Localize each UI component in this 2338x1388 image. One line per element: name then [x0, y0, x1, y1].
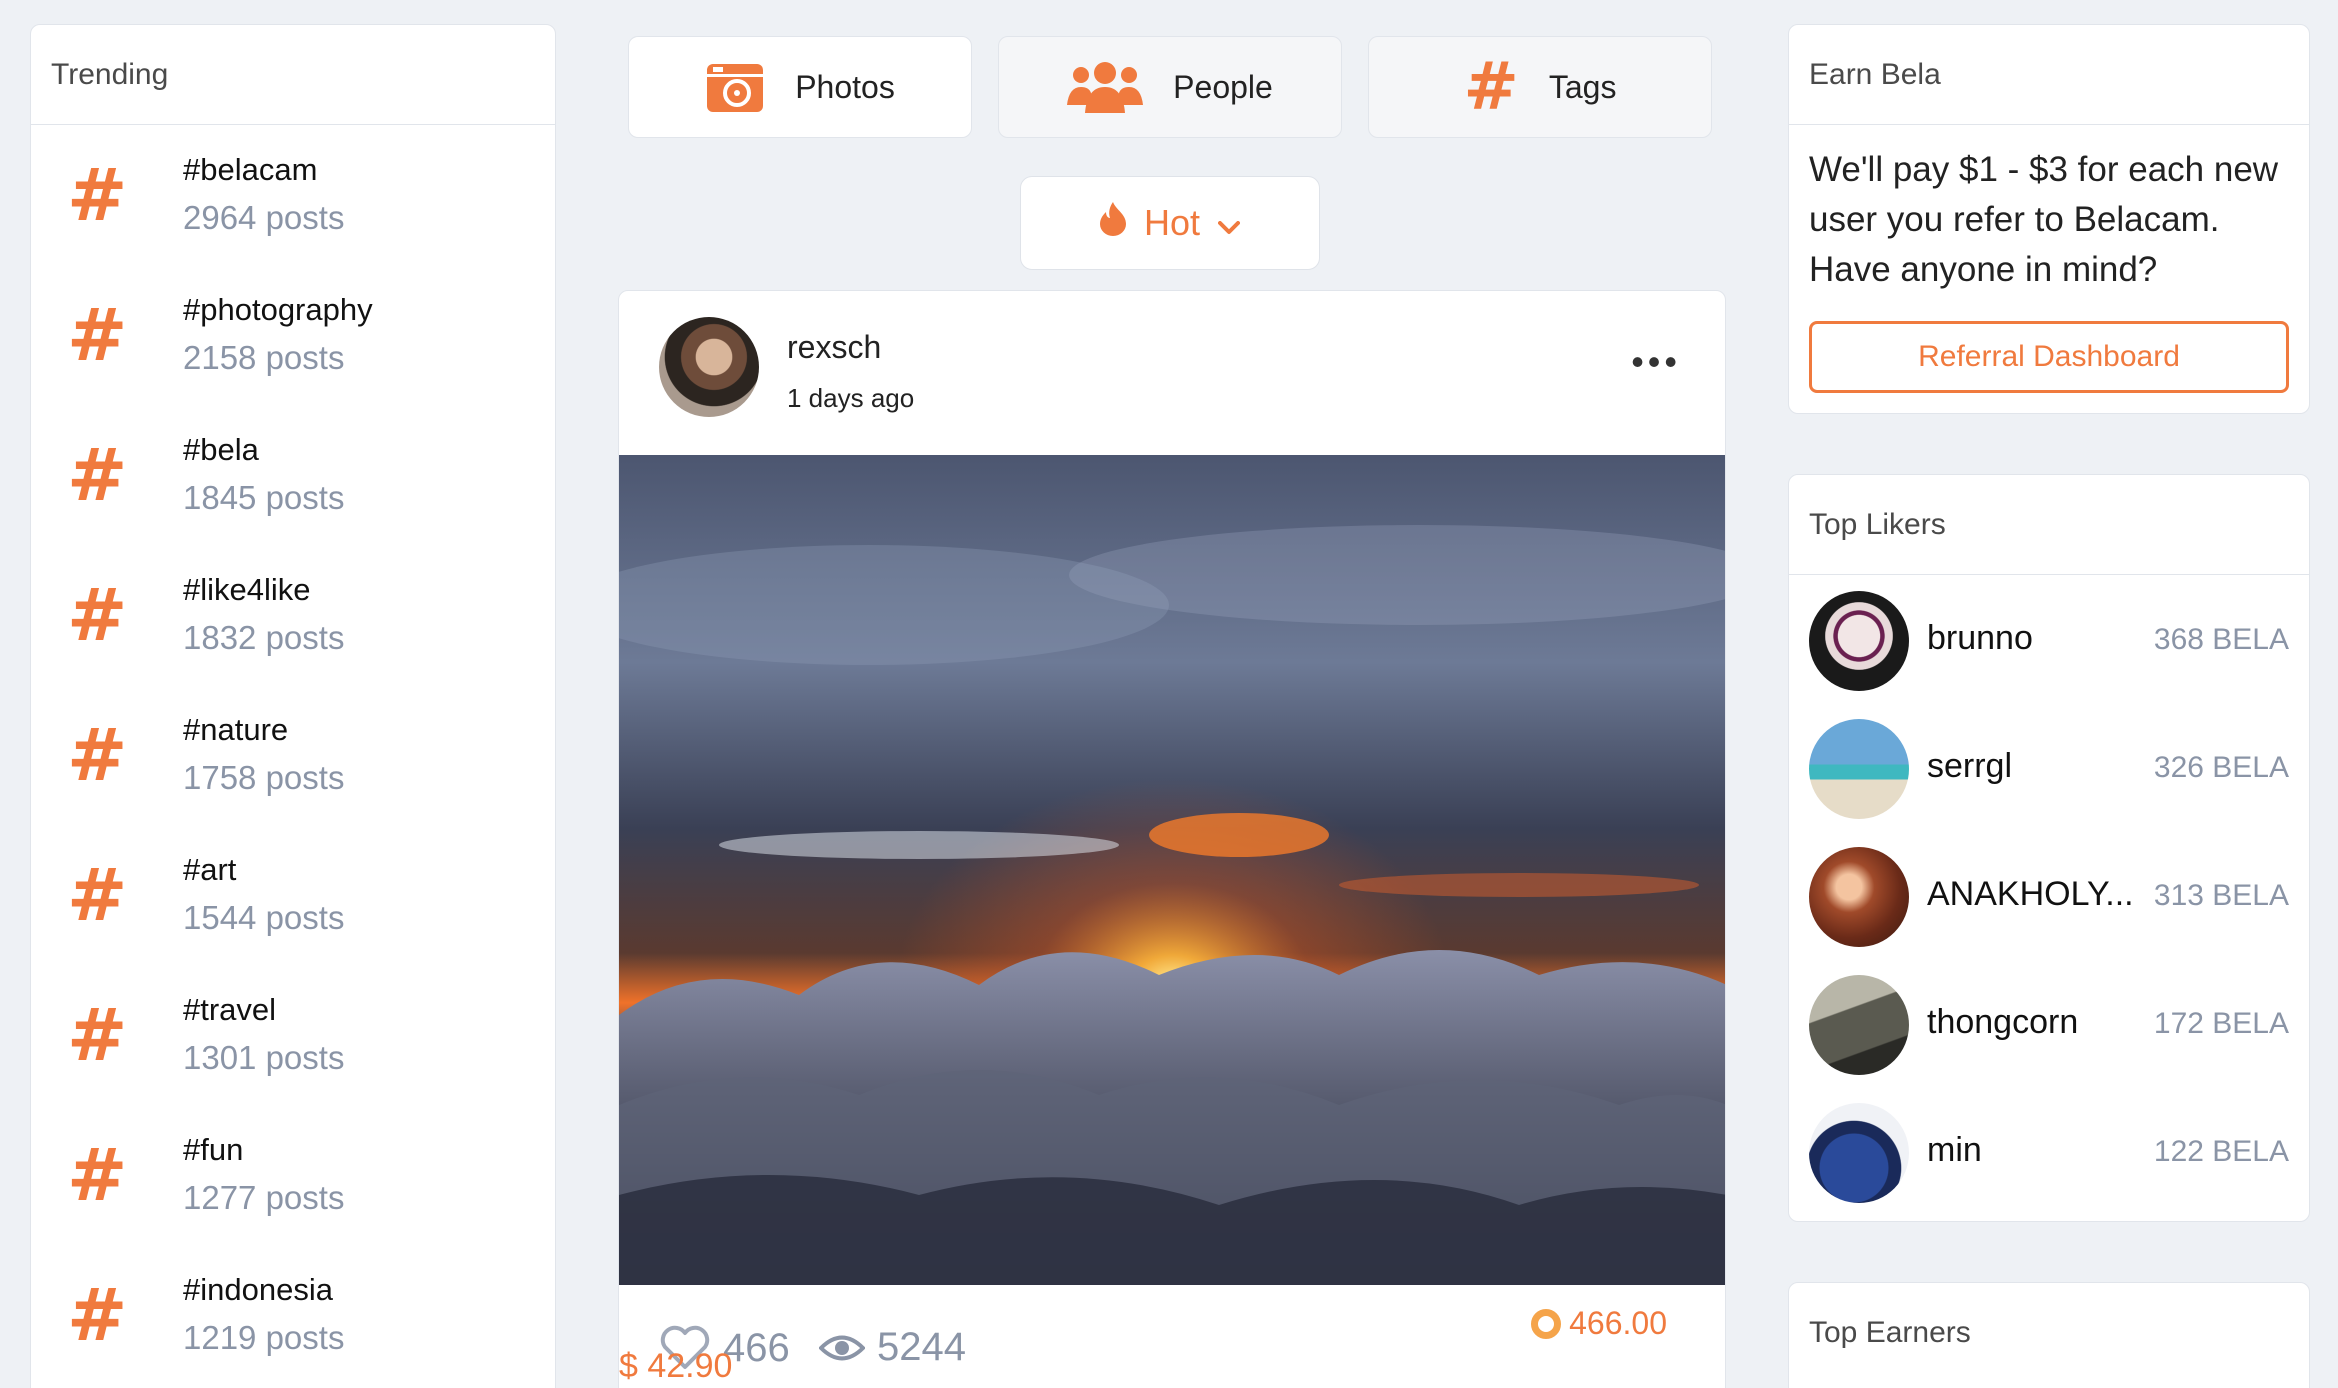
tab-people[interactable]: People — [998, 36, 1342, 138]
post-image[interactable] — [619, 455, 1725, 1285]
trending-count: 2158 posts — [183, 339, 345, 376]
trending-item[interactable]: # #belacam 2964 posts — [31, 125, 555, 265]
top-earners-title: Top Earners — [1809, 1316, 1971, 1349]
trending-count: 1277 posts — [183, 1179, 345, 1216]
view-count: 5244 — [877, 1325, 966, 1369]
trending-tag: #fun — [183, 1132, 244, 1167]
liker-row[interactable]: ANAKHOLY... 313 BELA — [1789, 831, 2309, 959]
avatar — [1809, 975, 1909, 1075]
tab-tags-label: Tags — [1548, 68, 1617, 105]
bela-earned-value: 466.00 — [1569, 1305, 1667, 1341]
hashtag-icon: # — [67, 153, 128, 237]
camera-icon — [705, 60, 765, 114]
liker-amount: 313 BELA — [2153, 879, 2289, 912]
trending-count: 1758 posts — [183, 759, 345, 796]
trending-item[interactable]: # #photography 2158 posts — [31, 265, 555, 405]
liker-name: thongcorn — [1927, 1003, 2079, 1041]
trending-item[interactable]: # #art 1544 posts — [31, 825, 555, 965]
post-header: rexsch 1 days ago ••• — [619, 291, 1725, 455]
hashtag-icon: # — [67, 433, 128, 517]
trending-count: 1219 posts — [183, 1319, 345, 1356]
sort-dropdown[interactable]: Hot — [1020, 176, 1320, 270]
hashtag-icon: # — [67, 713, 128, 797]
trending-item[interactable]: # #indonesia 1219 posts — [31, 1245, 555, 1385]
avatar[interactable] — [659, 317, 759, 417]
liker-row[interactable]: min 122 BELA — [1789, 1087, 2309, 1215]
earn-title: Earn Bela — [1789, 25, 2309, 125]
more-options-icon[interactable]: ••• — [1631, 341, 1681, 383]
chevron-down-icon — [1218, 202, 1241, 244]
earn-bela-panel: Earn Bela We'll pay $1 - $3 for each new… — [1788, 24, 2310, 414]
hashtag-icon: # — [1463, 48, 1519, 125]
flame-icon — [1099, 201, 1126, 245]
liker-name: min — [1927, 1131, 1982, 1169]
tab-tags[interactable]: # Tags — [1368, 36, 1712, 138]
trending-list: # #belacam 2964 posts # #photography 2158 … — [31, 125, 555, 1385]
top-earners-panel: Top Earners — [1788, 1282, 2310, 1388]
like-count: 466 — [723, 1325, 790, 1370]
bela-coin-icon — [1531, 1308, 1562, 1339]
liker-amount: 368 BELA — [2153, 623, 2289, 656]
trending-tag: #like4like — [183, 572, 311, 607]
hashtag-icon: # — [67, 573, 128, 657]
post-footer: 466 5244 466.00 $ 42.90 — [619, 1285, 1725, 1388]
trending-tag: #photography — [183, 292, 373, 327]
liker-row[interactable]: thongcorn 172 BELA — [1789, 959, 2309, 1087]
top-likers-panel: Top Likers brunno 368 BELA serrgl 326 BE… — [1788, 474, 2310, 1222]
liker-amount: 172 BELA — [2153, 1007, 2289, 1040]
liker-name: brunno — [1927, 619, 2033, 657]
liker-amount: 326 BELA — [2153, 751, 2289, 784]
avatar — [1809, 1103, 1909, 1203]
trending-count: 2964 posts — [183, 199, 345, 236]
trending-tag: #indonesia — [183, 1272, 333, 1307]
liker-row[interactable]: serrgl 326 BELA — [1789, 703, 2309, 831]
tab-photos-label: Photos — [795, 68, 895, 105]
referral-dashboard-button[interactable]: Referral Dashboard — [1809, 321, 2289, 393]
avatar — [1809, 847, 1909, 947]
tab-photos[interactable]: Photos — [628, 36, 972, 138]
trending-tag: #travel — [183, 992, 277, 1027]
trending-tag: #nature — [183, 712, 289, 747]
liker-name: ANAKHOLY... — [1927, 875, 2134, 913]
avatar — [1809, 591, 1909, 691]
eye-icon — [819, 1335, 865, 1360]
liker-row[interactable]: brunno 368 BELA — [1789, 575, 2309, 703]
trending-tag: #bela — [183, 432, 259, 467]
top-likers-title: Top Likers — [1789, 475, 2309, 575]
hashtag-icon: # — [67, 993, 128, 1077]
usd-earned: $ 42.90 — [619, 1347, 733, 1385]
trending-tag: #art — [183, 852, 237, 887]
liker-amount: 122 BELA — [2153, 1135, 2289, 1168]
hashtag-icon: # — [67, 1133, 128, 1217]
tab-people-label: People — [1173, 68, 1273, 105]
trending-title: Trending — [31, 25, 555, 125]
hashtag-icon: # — [67, 293, 128, 377]
hashtag-icon: # — [67, 1273, 128, 1357]
trending-tag: #belacam — [183, 152, 318, 187]
hashtag-icon: # — [67, 853, 128, 937]
trending-count: 1845 posts — [183, 479, 345, 516]
liker-name: serrgl — [1927, 747, 2013, 785]
trending-count: 1832 posts — [183, 619, 345, 656]
sort-label: Hot — [1143, 202, 1201, 243]
trending-item[interactable]: # #like4like 1832 posts — [31, 545, 555, 685]
trending-item[interactable]: # #fun 1277 posts — [31, 1105, 555, 1245]
trending-count: 1301 posts — [183, 1039, 345, 1076]
trending-count: 1544 posts — [183, 899, 345, 936]
trending-item[interactable]: # #travel 1301 posts — [31, 965, 555, 1105]
trending-item[interactable]: # #bela 1845 posts — [31, 405, 555, 545]
avatar — [1809, 719, 1909, 819]
post-time: 1 days ago — [787, 383, 915, 413]
people-icon — [1067, 61, 1144, 113]
earn-description: We'll pay $1 - $3 for each new user you … — [1809, 150, 2279, 289]
views-stat: 5244 — [819, 1325, 966, 1370]
bela-earned: 466.00 — [1531, 1305, 1667, 1342]
post-username[interactable]: rexsch — [787, 329, 881, 366]
trending-item[interactable]: # #nature 1758 posts — [31, 685, 555, 825]
trending-panel: Trending # #belacam 2964 posts # #photogr… — [30, 24, 556, 1388]
post-card: rexsch 1 days ago ••• 466 5244 466.00 $ … — [618, 290, 1726, 1388]
